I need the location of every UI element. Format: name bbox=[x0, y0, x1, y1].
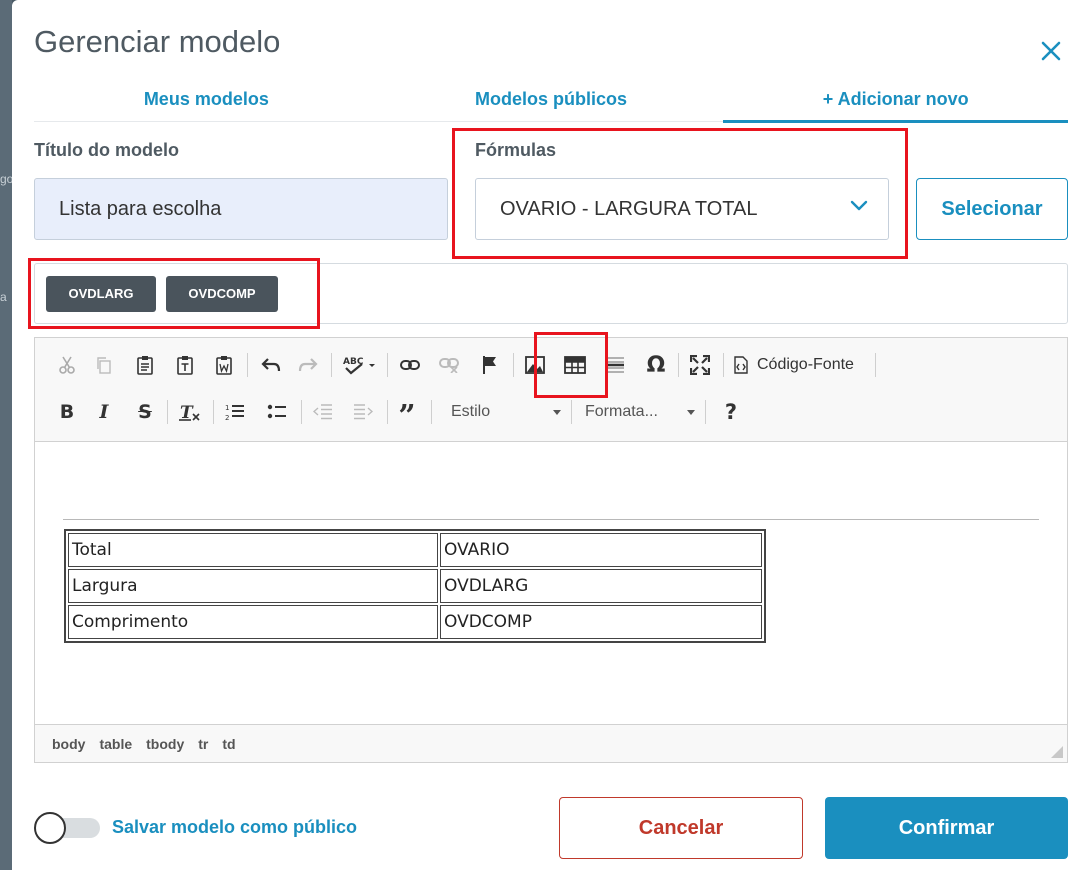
path-item[interactable]: tbody bbox=[146, 736, 184, 752]
image-icon[interactable] bbox=[521, 350, 549, 380]
path-item[interactable]: table bbox=[99, 736, 132, 752]
toolbar-separator bbox=[723, 353, 724, 377]
table-cell[interactable]: Comprimento bbox=[68, 605, 438, 639]
tab-my-models[interactable]: Meus modelos bbox=[34, 80, 379, 121]
style-combo-label: Estilo bbox=[451, 403, 491, 420]
toolbar-separator bbox=[513, 353, 514, 377]
editor-content[interactable]: Total OVARIO Largura OVDLARG Comprimento… bbox=[35, 443, 1067, 723]
formula-chip[interactable]: OVDLARG bbox=[46, 276, 156, 312]
special-char-icon[interactable]: Ω bbox=[642, 350, 670, 380]
backdrop: go a bbox=[0, 0, 13, 870]
toolbar-separator bbox=[678, 353, 679, 377]
cut-icon[interactable] bbox=[53, 350, 81, 380]
tab-add-new[interactable]: + Adicionar novo bbox=[723, 80, 1068, 123]
indent-icon[interactable] bbox=[349, 397, 377, 427]
svg-text:T: T bbox=[180, 403, 194, 422]
toolbar-separator bbox=[167, 400, 168, 424]
path-item[interactable]: body bbox=[52, 736, 85, 752]
spellcheck-icon[interactable]: ABC bbox=[339, 350, 379, 380]
chevron-down-icon bbox=[850, 200, 868, 211]
table-cell[interactable]: Largura bbox=[68, 569, 438, 603]
toolbar-separator bbox=[571, 400, 572, 424]
table-icon[interactable] bbox=[560, 350, 590, 380]
resize-handle-icon[interactable] bbox=[1051, 746, 1063, 758]
format-combo[interactable]: Formata... bbox=[575, 397, 697, 427]
toolbar-separator bbox=[247, 353, 248, 377]
table-cell[interactable]: Total bbox=[68, 533, 438, 567]
strike-icon[interactable]: S bbox=[131, 397, 159, 427]
remove-format-icon[interactable]: T bbox=[175, 397, 203, 427]
blockquote-icon[interactable]: ” bbox=[393, 397, 421, 432]
outdent-icon[interactable] bbox=[309, 397, 337, 427]
model-title-label: Título do modelo bbox=[34, 140, 179, 160]
toggle-knob bbox=[34, 812, 66, 844]
toolbar-separator bbox=[387, 353, 388, 377]
formulas-label: Fórmulas bbox=[475, 140, 557, 160]
anchor-flag-icon[interactable] bbox=[476, 350, 504, 380]
table-cell[interactable]: OVARIO bbox=[440, 533, 762, 567]
table-cell[interactable]: OVDLARG bbox=[440, 569, 762, 603]
maximize-icon[interactable] bbox=[686, 350, 714, 380]
path-item[interactable]: tr bbox=[198, 736, 208, 752]
table-row: Total OVARIO bbox=[68, 533, 762, 567]
help-icon[interactable]: ? bbox=[717, 397, 745, 427]
editor-toolbar: ABC Ω Código-Fonte B I S T 1 2 ” Estilo … bbox=[35, 338, 1067, 442]
close-icon[interactable] bbox=[1038, 38, 1064, 64]
dropdown-arrow-icon bbox=[687, 410, 695, 415]
toolbar-separator bbox=[387, 400, 388, 424]
cancel-button[interactable]: Cancelar bbox=[559, 797, 803, 859]
copy-icon[interactable] bbox=[90, 350, 118, 380]
unlink-icon[interactable] bbox=[435, 350, 463, 380]
path-item[interactable]: td bbox=[222, 736, 235, 752]
svg-text:2: 2 bbox=[225, 414, 229, 421]
public-toggle[interactable] bbox=[34, 812, 100, 844]
select-formula-button[interactable]: Selecionar bbox=[916, 178, 1068, 240]
link-icon[interactable] bbox=[396, 350, 424, 380]
horizontal-rule bbox=[63, 519, 1039, 520]
table-row: Comprimento OVDCOMP bbox=[68, 605, 762, 639]
paste-text-icon[interactable] bbox=[171, 350, 199, 380]
italic-icon[interactable]: I bbox=[90, 397, 118, 427]
tab-public-models[interactable]: Modelos públicos bbox=[379, 80, 724, 121]
redo-icon[interactable] bbox=[294, 350, 322, 380]
rich-text-editor: ABC Ω Código-Fonte B I S T 1 2 ” Estilo … bbox=[34, 337, 1068, 763]
public-toggle-label[interactable]: Salvar modelo como público bbox=[112, 817, 357, 838]
confirm-button[interactable]: Confirmar bbox=[825, 797, 1068, 859]
toolbar-separator bbox=[875, 353, 876, 377]
dropdown-arrow-icon bbox=[553, 410, 561, 415]
source-code-button[interactable]: Código-Fonte bbox=[733, 350, 869, 380]
bullet-list-icon[interactable] bbox=[263, 397, 291, 427]
svg-text:1: 1 bbox=[225, 404, 229, 412]
toolbar-separator bbox=[213, 400, 214, 424]
toolbar-separator bbox=[331, 353, 332, 377]
backdrop-text: a bbox=[0, 290, 7, 304]
toolbar-separator bbox=[705, 400, 706, 424]
formula-chips-bar: OVDLARG OVDCOMP bbox=[34, 263, 1068, 324]
numbered-list-icon[interactable]: 12 bbox=[221, 397, 249, 427]
style-combo[interactable]: Estilo bbox=[439, 397, 563, 427]
help-label: ? bbox=[724, 400, 738, 424]
toolbar-separator bbox=[301, 400, 302, 424]
element-path-bar: body table tbody tr td bbox=[35, 724, 1067, 762]
source-icon bbox=[734, 356, 748, 374]
toolbar-separator bbox=[431, 400, 432, 424]
paste-icon[interactable] bbox=[131, 350, 159, 380]
formulas-select[interactable]: OVARIO - LARGURA TOTAL bbox=[475, 178, 889, 240]
format-combo-label: Formata... bbox=[585, 403, 658, 420]
content-table[interactable]: Total OVARIO Largura OVDLARG Comprimento… bbox=[64, 529, 766, 643]
paste-word-icon[interactable] bbox=[210, 350, 238, 380]
formula-chip[interactable]: OVDCOMP bbox=[166, 276, 278, 312]
formulas-select-value: OVARIO - LARGURA TOTAL bbox=[500, 198, 758, 220]
source-code-label: Código-Fonte bbox=[757, 356, 854, 373]
table-cell[interactable]: OVDCOMP bbox=[440, 605, 762, 639]
table-row: Largura OVDLARG bbox=[68, 569, 762, 603]
model-title-input[interactable]: Lista para escolha bbox=[34, 178, 448, 240]
tab-bar: Meus modelos Modelos públicos + Adiciona… bbox=[34, 80, 1068, 123]
undo-icon[interactable] bbox=[257, 350, 285, 380]
bold-icon[interactable]: B bbox=[53, 397, 81, 427]
modal-title: Gerenciar modelo bbox=[34, 24, 281, 59]
manage-model-modal: Gerenciar modelo Meus modelos Modelos pú… bbox=[12, 0, 1090, 870]
horizontal-line-icon[interactable] bbox=[601, 350, 629, 380]
